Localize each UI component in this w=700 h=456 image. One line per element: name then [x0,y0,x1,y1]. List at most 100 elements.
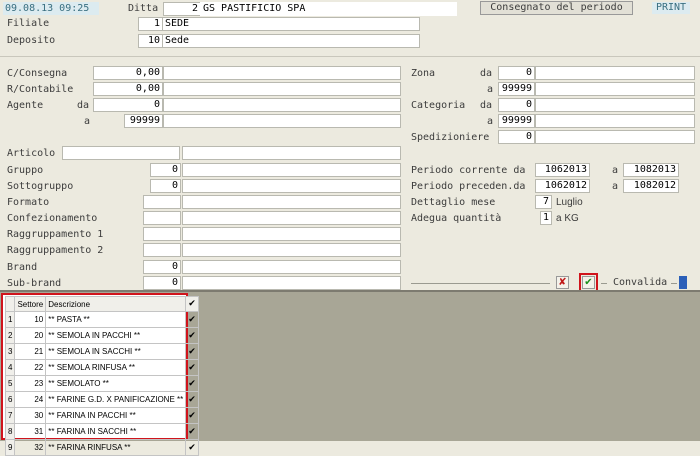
settore-column-header[interactable]: Settore [14,296,47,312]
zona-da-field[interactable]: 0 [498,66,535,80]
row-number-cell: 7 [4,407,16,424]
periodo-preced-label: Periodo preceden.da [411,181,526,192]
datetime-stamp: 09.08.13 09:25 [3,2,99,15]
gruppo-desc-field [182,163,401,177]
row-number-cell: 2 [4,327,16,344]
categoria-a-field[interactable]: 99999 [498,114,535,128]
gruppo-label: Gruppo [7,165,44,176]
table-row[interactable]: 8 31 ** FARINA IN SACCHI ** ✔ [4,423,199,440]
filiale-name-field: SEDE [162,17,420,31]
descrizione-column-header[interactable]: Descrizione [45,296,187,312]
raggruppamento1-label: Raggruppamento 1 [7,229,104,240]
table-row[interactable]: 6 24 ** FARINE G.D. X PANIFICAZIONE ** ✔ [4,391,199,408]
adegua-quantita-label: Adegua quantità [411,213,502,224]
periodo-preced-da-field[interactable]: 1062012 [535,179,590,193]
brand-label: Brand [7,262,38,273]
table-row[interactable]: 5 23 ** SEMOLATO ** ✔ [4,375,199,392]
agente-a-field[interactable]: 99999 [124,114,163,128]
table-row[interactable]: 9 32 ** FARINA RINFUSA ** ✔ [4,439,199,456]
settori-table: Settore Descrizione ✔ 1 10 ** PASTA ** ✔ 2 20… [4,296,199,456]
section-divider [0,56,700,57]
grid-header-row: Settore Descrizione ✔ [4,296,199,312]
spedizioniere-field[interactable]: 0 [498,130,535,144]
periodo-preced-a-field[interactable]: 1082012 [623,179,679,193]
agente-a-label: a [84,116,91,127]
checkmark-icon[interactable]: ✔ [185,375,199,392]
periodo-corrente-label: Periodo corrente da [411,165,526,176]
confezionamento-field[interactable] [143,211,181,225]
zona-label: Zona [411,68,436,79]
spedizioniere-label: Spedizioniere [411,132,490,143]
dettaglio-mese-text: Luglio [556,197,583,208]
confezionamento-desc-field [182,211,401,225]
consegnato-periodo-button[interactable]: Consegnato del periodo [480,1,633,15]
convalida-indicator [679,276,687,289]
table-row[interactable]: 4 22 ** SEMOLA RINFUSA ** ✔ [4,359,199,376]
descrizione-cell: ** FARINE G.D. X PANIFICAZIONE ** [45,391,187,408]
articolo-desc-field [182,146,401,160]
deposito-code-field[interactable]: 10 [138,34,163,48]
checkmark-icon[interactable]: ✔ [185,391,199,408]
categoria-da-field[interactable]: 0 [498,98,535,112]
confirm-button[interactable]: ✔ [582,276,595,289]
checkmark-icon[interactable]: ✔ [185,311,199,328]
raggruppamento1-field[interactable] [143,227,181,241]
convalida-dash [601,283,607,284]
agente-label: Agente [7,100,44,111]
cconsegna-field[interactable]: 0,00 [93,66,163,80]
descrizione-cell: ** SEMOLA IN PACCHI ** [45,327,187,344]
agente-a-desc-field [163,114,401,128]
table-row[interactable]: 7 30 ** FARINA IN PACCHI ** ✔ [4,407,199,424]
checkmark-icon[interactable]: ✔ [185,327,199,344]
raggruppamento2-field[interactable] [143,243,181,257]
subbrand-field[interactable]: 0 [143,276,181,290]
checkmark-icon[interactable]: ✔ [185,359,199,376]
table-row[interactable]: 3 21 ** SEMOLA IN SACCHI ** ✔ [4,343,199,360]
checkmark-icon[interactable]: ✔ [185,439,199,456]
subbrand-desc-field [182,276,401,290]
sottogruppo-field[interactable]: 0 [150,179,181,193]
cancel-icon: ✘ [558,277,567,288]
row-number-cell: 5 [4,375,16,392]
check-column-header[interactable]: ✔ [185,296,199,312]
convalida-label: Convalida [613,277,668,288]
convalida-dash-right [671,283,677,284]
checkmark-icon[interactable]: ✔ [185,343,199,360]
dettaglio-mese-field[interactable]: 7 [535,195,552,209]
agente-da-field[interactable]: 0 [93,98,163,112]
deposito-name-field: Sede [162,34,420,48]
articolo-field[interactable] [62,146,180,160]
cconsegna-desc-field [163,66,401,80]
deposito-label: Deposito [7,35,56,46]
checkmark-icon[interactable]: ✔ [185,423,199,440]
table-row[interactable]: 2 20 ** SEMOLA IN PACCHI ** ✔ [4,327,199,344]
rcontabile-field[interactable]: 0,00 [93,82,163,96]
settore-cell: 30 [14,407,47,424]
brand-field[interactable]: 0 [143,260,181,274]
print-button[interactable]: PRINT [652,2,690,14]
formato-field[interactable] [143,195,181,209]
descrizione-cell: ** FARINA IN PACCHI ** [45,407,187,424]
descrizione-cell: ** FARINA IN SACCHI ** [45,423,187,440]
periodo-corrente-a-label: a [612,165,619,176]
periodo-corrente-a-field[interactable]: 1082013 [623,163,679,177]
filiale-label: Filiale [7,18,50,29]
sottogruppo-desc-field [182,179,401,193]
zona-a-field[interactable]: 99999 [498,82,535,96]
cconsegna-label: C/Consegna [7,68,68,79]
filiale-code-field[interactable]: 1 [138,17,163,31]
table-row[interactable]: 1 10 ** PASTA ** ✔ [4,311,199,328]
rcontabile-desc-field [163,82,401,96]
checkmark-icon[interactable]: ✔ [185,407,199,424]
gruppo-field[interactable]: 0 [150,163,181,177]
ditta-code-field[interactable]: 2 [163,2,201,16]
adegua-quantita-field[interactable]: 1 [540,211,552,225]
descrizione-cell: ** FARINA RINFUSA ** [45,439,187,456]
articolo-label: Articolo [7,148,56,159]
ditta-label: Ditta [128,3,159,14]
formato-label: Formato [7,197,50,208]
periodo-corrente-da-field[interactable]: 1062013 [535,163,590,177]
categoria-a-desc-field [535,114,695,128]
categoria-da-desc-field [535,98,695,112]
cancel-button[interactable]: ✘ [556,276,569,289]
